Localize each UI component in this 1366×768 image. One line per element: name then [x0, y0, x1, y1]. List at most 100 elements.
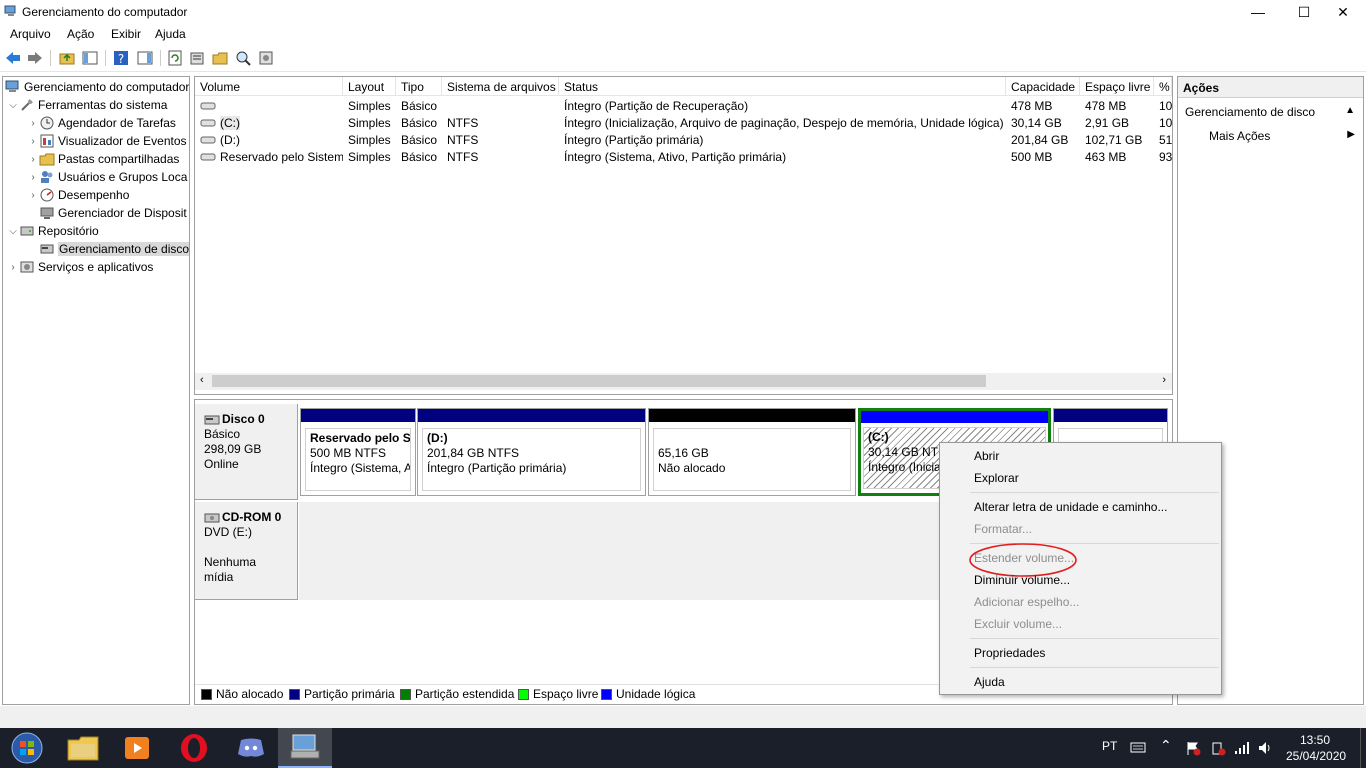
show-desktop-button[interactable] — [1360, 728, 1366, 768]
close-button[interactable]: ✕ — [1320, 0, 1366, 24]
cell-tipo: Básico — [401, 133, 438, 147]
menu-arquivo[interactable]: Arquivo — [10, 27, 51, 41]
tree-item-root[interactable]: Gerenciamento do computador — [5, 78, 189, 96]
column-percent[interactable]: % — [1154, 77, 1172, 96]
table-row[interactable]: (D:) Simples Básico NTFS Íntegro (Partição p… — [195, 131, 1172, 148]
tree-item-services-apps[interactable]: › Serviços e aplicativos — [7, 258, 153, 276]
volume-speaker-icon[interactable] — [1257, 740, 1273, 756]
partition-unallocated[interactable]: 65,16 GB Não alocado — [648, 408, 856, 496]
menu-acao[interactable]: Ação — [67, 27, 94, 41]
volume-icon — [200, 102, 216, 109]
table-row[interactable]: Reservado pelo Sistema Simples Básico NTFS Í… — [195, 148, 1172, 165]
clock-time[interactable]: 13:50 — [1300, 733, 1330, 747]
minimize-button[interactable]: — — [1235, 0, 1281, 24]
table-row[interactable]: Simples Básico Íntegro (Partição de Recupe… — [195, 97, 1172, 114]
column-volume[interactable]: Volume — [195, 77, 343, 96]
chevron-right-icon[interactable]: › — [7, 262, 19, 273]
chevron-down-icon[interactable]: ⌵ — [7, 226, 19, 237]
menu-item-properties[interactable]: Propriedades — [942, 642, 1219, 664]
menu-item-add-mirror[interactable]: Adicionar espelho... — [942, 591, 1219, 613]
menu-exibir[interactable]: Exibir — [111, 27, 141, 41]
tree-item-event-viewer[interactable]: › Visualizador de Eventos — [27, 132, 186, 150]
tree-item-disk-management[interactable]: Gerenciamento de disco — [39, 240, 189, 258]
scroll-right-icon[interactable]: › — [1162, 374, 1166, 386]
collapse-up-icon[interactable]: ▲ — [1345, 105, 1355, 116]
cell-free-space: 2,91 GB — [1085, 116, 1130, 130]
tree-item-device-manager[interactable]: Gerenciador de Disposit — [39, 204, 187, 222]
column-tipo[interactable]: Tipo — [396, 77, 442, 96]
cell-layout: Simples — [348, 99, 391, 113]
svg-text:?: ? — [118, 52, 124, 66]
help-icon[interactable]: ? — [112, 49, 130, 67]
forward-icon[interactable] — [26, 49, 44, 67]
more-actions[interactable]: Mais Ações — [1209, 129, 1270, 143]
column-status[interactable]: Status — [559, 77, 1006, 96]
menu-ajuda[interactable]: Ajuda — [155, 27, 186, 41]
disk-management-icon — [40, 244, 54, 254]
chevron-right-icon[interactable]: › — [27, 154, 39, 165]
keyboard-icon[interactable] — [1130, 740, 1146, 754]
table-row[interactable]: (C:) Simples Básico NTFS Íntegro (Inicializa… — [195, 114, 1172, 131]
column-filesystem[interactable]: Sistema de arquivos — [442, 77, 559, 96]
start-button[interactable] — [0, 728, 54, 768]
menu-item-delete-volume[interactable]: Excluir volume... — [942, 613, 1219, 635]
chevron-right-icon[interactable]: › — [27, 118, 39, 129]
up-folder-icon[interactable] — [58, 49, 76, 67]
computer-management-icon — [4, 5, 16, 16]
partition-reserved[interactable]: Reservado pelo Sis 500 MB NTFS Íntegro (… — [300, 408, 416, 496]
menu-item-explore[interactable]: Explorar — [942, 467, 1219, 489]
tree-item-system-tools[interactable]: ⌵ Ferramentas do sistema — [7, 96, 167, 114]
tree-item-shared-folders[interactable]: › Pastas compartilhadas — [27, 150, 179, 168]
open-folder-icon[interactable] — [211, 49, 229, 67]
chevron-right-icon[interactable]: › — [27, 190, 39, 201]
column-free-space[interactable]: Espaço livre — [1080, 77, 1154, 96]
show-hidden-icons-icon[interactable]: ⌃ — [1160, 737, 1172, 754]
cdrom-0-label[interactable]: CD-ROM 0 DVD (E:) Nenhuma mídia — [195, 502, 298, 600]
search-disk-icon[interactable] — [234, 49, 252, 67]
tree-item-performance[interactable]: › Desempenho — [27, 186, 129, 204]
menu-item-format[interactable]: Formatar... — [942, 518, 1219, 540]
tree-item-storage[interactable]: ⌵ Repositório — [7, 222, 99, 240]
chevron-right-icon[interactable]: › — [27, 172, 39, 183]
clock-date[interactable]: 25/04/2020 — [1286, 749, 1346, 763]
chevron-right-icon[interactable]: ▶ — [1347, 129, 1355, 140]
language-indicator[interactable]: PT — [1102, 739, 1117, 753]
device-manager-icon — [40, 207, 54, 219]
menu-item-open[interactable]: Abrir — [942, 445, 1219, 467]
scroll-left-icon[interactable]: ‹ — [200, 374, 204, 386]
show-hide-tree-icon[interactable] — [81, 49, 99, 67]
actions-section-disk-management[interactable]: Gerenciamento de disco — [1185, 105, 1315, 119]
back-icon[interactable] — [4, 49, 22, 67]
show-hide-action-pane-icon[interactable] — [136, 49, 154, 67]
legend-swatch — [518, 688, 529, 700]
taskbar-opera[interactable] — [167, 728, 221, 768]
taskbar-discord[interactable] — [224, 728, 278, 768]
menu-item-help[interactable]: Ajuda — [942, 671, 1219, 693]
column-capacity[interactable]: Capacidade — [1006, 77, 1080, 96]
volume-list-horizontal-scrollbar[interactable]: ‹ › — [195, 373, 1172, 390]
tree-item-local-users[interactable]: › Usuários e Grupos Loca — [27, 168, 187, 186]
action-center-flag-icon[interactable] — [1185, 740, 1201, 756]
column-layout[interactable]: Layout — [343, 77, 396, 96]
chevron-right-icon[interactable]: › — [27, 136, 39, 147]
media-player-icon — [125, 737, 149, 759]
refresh-icon[interactable] — [166, 49, 184, 67]
volume-list: Volume Layout Tipo Sistema de arquivos S… — [194, 76, 1173, 395]
properties-icon[interactable] — [188, 49, 206, 67]
disk-properties-icon[interactable] — [257, 49, 275, 67]
taskbar-media-player[interactable] — [110, 728, 164, 768]
partition-d[interactable]: (D:) 201,84 GB NTFS Íntegro (Partição pr… — [417, 408, 646, 496]
chevron-down-icon[interactable]: ⌵ — [7, 100, 19, 111]
menu-item-shrink-volume[interactable]: Diminuir volume... — [942, 569, 1219, 591]
disk-0-label[interactable]: Disco 0 Básico 298,09 GB Online — [195, 404, 298, 500]
network-signal-icon[interactable] — [1234, 741, 1250, 755]
cell-volume: (D:) — [195, 131, 343, 148]
taskbar-explorer[interactable] — [56, 728, 110, 768]
power-battery-icon[interactable] — [1210, 740, 1226, 756]
folder-icon — [67, 736, 99, 761]
volume-icon — [200, 136, 216, 143]
scrollbar-thumb[interactable] — [212, 375, 986, 387]
menu-item-change-drive-letter[interactable]: Alterar letra de unidade e caminho... — [942, 496, 1219, 518]
taskbar-computer-management[interactable] — [278, 728, 332, 768]
tree-item-task-scheduler[interactable]: › Agendador de Tarefas — [27, 114, 176, 132]
